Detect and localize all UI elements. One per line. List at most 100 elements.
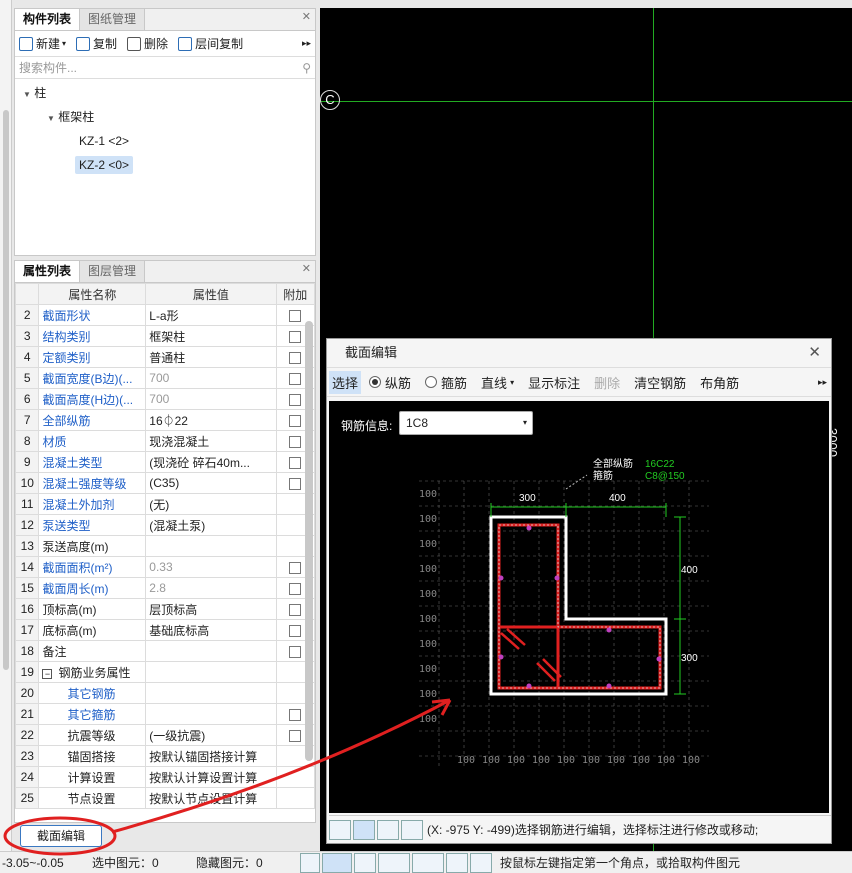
extra-checkbox[interactable] xyxy=(289,561,302,574)
table-row[interactable]: 11 混凝土外加剂 (无) xyxy=(15,493,315,515)
stirrup-horizontal[interactable] xyxy=(497,625,662,690)
property-value[interactable]: (现浇砼 碎石40m... xyxy=(145,451,277,473)
section-outline[interactable] xyxy=(489,515,668,696)
property-value[interactable] xyxy=(145,640,277,662)
save-icon[interactable] xyxy=(446,852,468,873)
show-label-button[interactable]: 显示标注 xyxy=(528,373,580,392)
property-value[interactable]: 普通柱 xyxy=(145,346,277,368)
dim-right-2[interactable]: 300 xyxy=(681,653,698,664)
floor-copy-button[interactable]: 层间复制 xyxy=(178,35,243,52)
rebar-points[interactable] xyxy=(498,525,662,689)
property-value[interactable]: 基础底标高 xyxy=(145,619,277,641)
property-value[interactable] xyxy=(145,535,277,557)
extra-checkbox[interactable] xyxy=(289,477,302,490)
table-row[interactable]: 22 抗震等级 (一级抗震) xyxy=(15,724,315,746)
extra-checkbox[interactable] xyxy=(289,393,302,406)
property-value[interactable]: 2.8 xyxy=(145,577,277,599)
extra-checkbox[interactable] xyxy=(289,372,302,385)
table-row[interactable]: 25 节点设置 按默认节点设置计算 xyxy=(15,787,315,809)
section-canvas[interactable]: 钢筋信息: 1C8 ▾ 100 100 100 100 100 100 100 100 xyxy=(329,401,829,813)
extra-checkbox[interactable] xyxy=(289,708,302,721)
property-value[interactable]: 700 xyxy=(145,388,277,410)
property-value[interactable]: (C35) xyxy=(145,472,277,494)
table-row[interactable]: 14 截面面积(m²) 0.33 xyxy=(15,556,315,578)
table-row[interactable]: 5 截面宽度(B边)(... 700 xyxy=(15,367,315,389)
table-row[interactable]: 9 混凝土类型 (现浇砼 碎石40m... xyxy=(15,451,315,473)
tab-drawing-management[interactable]: 图纸管理 xyxy=(80,9,146,30)
property-value[interactable]: (一级抗震) xyxy=(145,724,277,746)
table-row[interactable]: 3 结构类别 框架柱 xyxy=(15,325,315,347)
component-search-input[interactable]: 搜索构件... ⚲ xyxy=(15,57,315,79)
table-row[interactable]: 24 计算设置 按默认计算设置计算 xyxy=(15,766,315,788)
delete-button[interactable]: 删除 xyxy=(127,35,168,52)
tab-component-list[interactable]: 构件列表 xyxy=(15,9,81,30)
ortho-icon[interactable] xyxy=(300,852,320,873)
property-value[interactable]: 按默认节点设置计算 xyxy=(145,787,277,809)
extra-checkbox[interactable] xyxy=(289,729,302,742)
extra-checkbox[interactable] xyxy=(289,603,302,616)
property-value[interactable]: (混凝土泵) xyxy=(145,514,277,536)
extra-checkbox[interactable] xyxy=(289,309,302,322)
close-icon[interactable]: ✕ xyxy=(808,339,821,367)
property-value[interactable]: 16⏀22 xyxy=(145,409,277,431)
dim-right-1[interactable]: 400 xyxy=(681,565,698,576)
table-row[interactable]: 7 全部纵筋 16⏀22 xyxy=(15,409,315,431)
add-icon[interactable] xyxy=(412,852,444,873)
tree-node-frame-column[interactable]: ▼ 框架柱 xyxy=(23,105,315,129)
property-value[interactable]: (无) xyxy=(145,493,277,515)
longitudinal-radio[interactable]: 纵筋 xyxy=(369,373,411,392)
section-edit-button[interactable]: 截面编辑 xyxy=(20,825,102,847)
extra-checkbox[interactable] xyxy=(289,582,302,595)
property-value[interactable]: 0.33 xyxy=(145,556,277,578)
stirrup-radio[interactable]: 箍筋 xyxy=(425,373,467,392)
property-value[interactable]: L-a形 xyxy=(145,304,277,326)
property-scrollbar[interactable] xyxy=(305,321,313,761)
extra-checkbox[interactable] xyxy=(289,456,302,469)
collapse-icon[interactable]: − xyxy=(42,668,53,679)
table-row[interactable]: 6 截面高度(H边)(... 700 xyxy=(15,388,315,410)
table-row[interactable]: 23 锚固搭接 按默认锚固搭接计算 xyxy=(15,745,315,767)
property-value[interactable]: 按默认锚固搭接计算 xyxy=(145,745,277,767)
table-row[interactable]: 8 材质 现浇混凝土 xyxy=(15,430,315,452)
table-row[interactable]: 10 混凝土强度等级 (C35) xyxy=(15,472,315,494)
property-value[interactable] xyxy=(145,682,277,704)
table-row[interactable]: 19− 钢筋业务属性 xyxy=(15,661,315,683)
clear-rebar-button[interactable]: 清空钢筋 xyxy=(634,373,686,392)
all-long-label[interactable]: 全部纵筋 xyxy=(593,457,633,470)
property-value[interactable]: 按默认计算设置计算 xyxy=(145,766,277,788)
table-row[interactable]: 2 截面形状 L-a形 xyxy=(15,304,315,326)
property-value[interactable]: 现浇混凝土 xyxy=(145,430,277,452)
angle-icon[interactable] xyxy=(378,852,410,873)
table-row[interactable]: 18 备注 xyxy=(15,640,315,662)
property-value[interactable] xyxy=(145,661,277,683)
table-row[interactable]: 4 定额类别 普通柱 xyxy=(15,346,315,368)
dim-top-1[interactable]: 300 xyxy=(519,493,536,504)
property-value[interactable]: 层顶标高 xyxy=(145,598,277,620)
extra-checkbox[interactable] xyxy=(289,624,302,637)
all-long-value[interactable]: 16C22 xyxy=(645,459,675,470)
table-row[interactable]: 13 泵送高度(m) xyxy=(15,535,315,557)
arc-icon[interactable] xyxy=(470,852,492,873)
copy-button[interactable]: 复制 xyxy=(76,35,117,52)
property-value[interactable]: 框架柱 xyxy=(145,325,277,347)
section-drawing[interactable]: 100100 100100 100100 100100 100100 100 10… xyxy=(329,401,829,813)
table-row[interactable]: 17 底标高(m) 基础底标高 xyxy=(15,619,315,641)
delete-button[interactable]: 删除 xyxy=(594,373,620,392)
tree-item-kz1[interactable]: KZ-1 <2> xyxy=(23,129,315,153)
line-dropdown[interactable]: 直线 ▾ xyxy=(481,373,514,392)
line-tool-icon[interactable] xyxy=(353,819,375,840)
add-point-icon[interactable] xyxy=(401,819,423,840)
rect-select-icon[interactable] xyxy=(322,852,352,873)
property-value[interactable] xyxy=(145,703,277,725)
close-icon[interactable]: ✕ xyxy=(302,10,311,23)
table-row[interactable]: 16 顶标高(m) 层顶标高 xyxy=(15,598,315,620)
more-icon[interactable]: ▸▸ xyxy=(818,377,827,388)
dim-top-2[interactable]: 400 xyxy=(609,493,626,504)
property-value[interactable]: 700 xyxy=(145,367,277,389)
new-button[interactable]: 新建 ▾ xyxy=(19,35,66,52)
tab-layer-management[interactable]: 图层管理 xyxy=(80,261,146,282)
extra-checkbox[interactable] xyxy=(289,330,302,343)
more-icon[interactable]: ▸▸ xyxy=(302,38,311,49)
extra-checkbox[interactable] xyxy=(289,351,302,364)
perpendicular-icon[interactable] xyxy=(377,819,399,840)
